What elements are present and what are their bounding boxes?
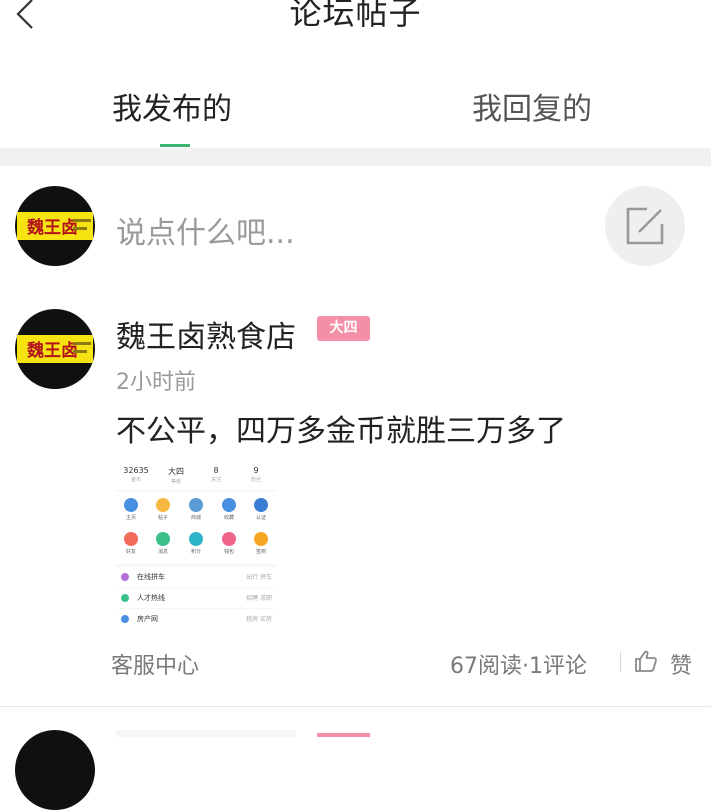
avatar-logo-detail xyxy=(73,342,91,345)
active-tab-indicator xyxy=(160,144,190,147)
user-avatar[interactable]: 魏王卤 xyxy=(15,186,95,266)
thumb-row-icon xyxy=(121,615,129,623)
post-author-name[interactable]: 魏王卤熟食店 xyxy=(116,312,296,356)
tab-bar: 我发布的 我回复的 xyxy=(0,72,711,148)
thumb-grid-label: 认证 xyxy=(255,515,266,521)
thumb-grid-icon xyxy=(124,498,138,512)
section-divider xyxy=(0,148,711,166)
post-divider xyxy=(0,706,711,707)
thumb-grid-label: 钱包 xyxy=(223,549,234,555)
next-post-author[interactable] xyxy=(116,730,296,737)
post-channel[interactable]: 客服中心 xyxy=(111,648,199,680)
thumb-stat: 8 关注 xyxy=(210,466,221,483)
avatar-logo-text: 魏王卤 xyxy=(27,341,78,361)
thumbs-up-icon[interactable] xyxy=(634,649,658,673)
like-button[interactable]: 赞 xyxy=(670,648,692,680)
page-title: 论坛帖子 xyxy=(289,0,422,32)
thumb-grid-label: 消息 xyxy=(157,549,168,555)
thumb-grid-label: 签到 xyxy=(255,549,266,555)
thumb-grid-icon xyxy=(254,532,268,546)
view-count: 67阅读 xyxy=(450,654,522,679)
post-time: 2小时前 xyxy=(116,370,196,395)
post-image-thumbnail[interactable]: 32635 金币 大四 等级 8 关注 9 粉丝 主页 帖子 商城 收藏 认证 好友 消… xyxy=(116,462,276,629)
avatar-logo-detail xyxy=(73,219,91,222)
comment-count[interactable]: 1评论 xyxy=(529,654,587,679)
compose-input[interactable]: 说点什么吧... xyxy=(116,208,295,252)
top-bar: 论坛帖子 xyxy=(0,0,711,40)
thumb-grid-label: 帖子 xyxy=(157,515,168,521)
thumb-stat: 9 粉丝 xyxy=(250,466,261,483)
thumb-grid-icon xyxy=(222,532,236,546)
thumb-grid-label: 收藏 xyxy=(223,515,234,521)
next-post-avatar[interactable] xyxy=(15,730,95,810)
thumb-grid-icon xyxy=(189,532,203,546)
avatar-logo-text: 魏王卤 xyxy=(27,218,78,238)
post-stats: 67阅读·1评论 xyxy=(450,654,587,679)
compose-button[interactable] xyxy=(605,186,685,266)
footer-separator xyxy=(620,652,621,672)
tab-my-replies[interactable]: 我回复的 xyxy=(472,84,592,128)
thumb-grid-icon xyxy=(222,498,236,512)
thumb-grid-label: 主页 xyxy=(125,515,136,521)
thumb-row-label: 在线拼车 xyxy=(137,573,165,581)
thumb-grid-icon xyxy=(254,498,268,512)
avatar-logo-detail xyxy=(73,350,87,353)
thumb-stat: 大四 等级 xyxy=(168,467,184,485)
thumb-row-detail: 招聘 求职 xyxy=(246,595,272,602)
thumb-row-detail: 租房 买房 xyxy=(246,616,272,623)
thumb-grid-icon xyxy=(189,498,203,512)
thumb-list-row: 在线拼车 出行 拼车 xyxy=(116,567,276,587)
thumb-grid-icon xyxy=(156,532,170,546)
tab-my-posts[interactable]: 我发布的 xyxy=(112,84,232,128)
thumb-row-label: 房产网 xyxy=(137,615,158,623)
thumb-grid-label: 好友 xyxy=(125,549,136,555)
thumb-stats-bar: 32635 金币 大四 等级 8 关注 9 粉丝 xyxy=(116,462,276,490)
thumb-list-row: 人才热线 招聘 求职 xyxy=(116,588,276,608)
thumb-list-row: 房产网 租房 买房 xyxy=(116,609,276,629)
thumb-row-icon xyxy=(121,573,129,581)
level-badge: 大四 xyxy=(317,316,370,341)
thumb-icon-grid: 主页 帖子 商城 收藏 认证 好友 消息 积分 钱包 签到 xyxy=(116,492,276,564)
thumb-row-icon xyxy=(121,594,129,602)
thumb-stat: 32635 金币 xyxy=(123,466,149,483)
thumb-row-label: 人才热线 xyxy=(137,594,165,602)
edit-icon xyxy=(626,207,664,245)
thumb-row-detail: 出行 拼车 xyxy=(246,574,272,581)
thumb-grid-label: 商城 xyxy=(190,515,201,521)
next-post-badge xyxy=(317,733,370,737)
post-content[interactable]: 不公平，四万多金币就胜三万多了 xyxy=(116,406,566,450)
thumb-grid-icon xyxy=(156,498,170,512)
avatar-logo-detail xyxy=(73,227,87,230)
post-author-avatar[interactable]: 魏王卤 xyxy=(15,309,95,389)
thumb-grid-label: 积分 xyxy=(190,549,201,555)
thumb-grid-icon xyxy=(124,532,138,546)
